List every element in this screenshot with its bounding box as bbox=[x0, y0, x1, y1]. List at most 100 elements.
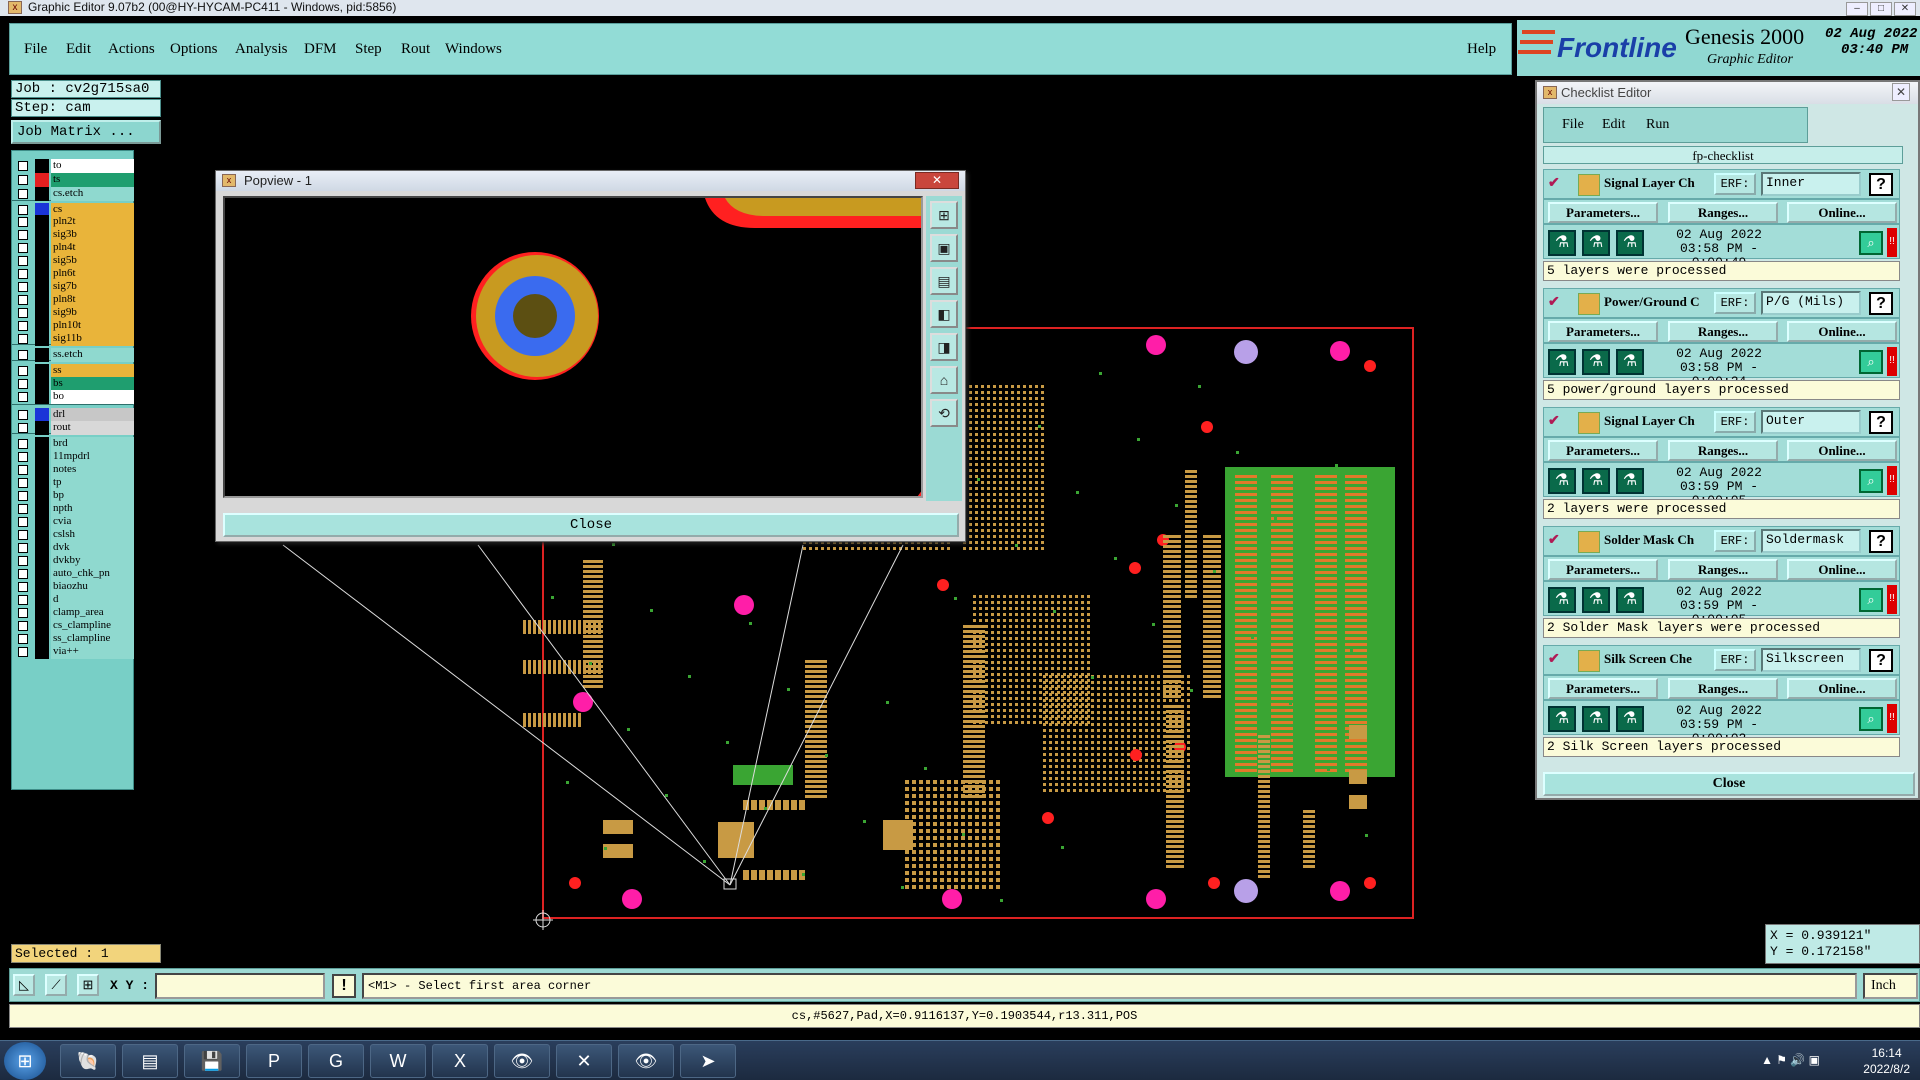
app-close-icon[interactable]: x bbox=[8, 1, 22, 14]
layer-color-swatch[interactable] bbox=[35, 254, 49, 268]
ranges-button[interactable]: Ranges... bbox=[1668, 202, 1778, 223]
online-button[interactable]: Online... bbox=[1787, 559, 1897, 580]
menu-windows[interactable]: Windows bbox=[445, 41, 502, 58]
erf-value[interactable]: Silkscreen bbox=[1761, 648, 1861, 672]
check-enabled-icon[interactable]: ✔ bbox=[1548, 412, 1562, 428]
layer-checkbox[interactable] bbox=[18, 334, 28, 344]
online-button[interactable]: Online... bbox=[1787, 321, 1897, 342]
layer-row[interactable]: sig5b bbox=[14, 254, 134, 268]
layer-row[interactable]: pln6t bbox=[14, 267, 134, 281]
layer-name[interactable]: bo bbox=[51, 390, 134, 404]
ranges-button[interactable]: Ranges... bbox=[1668, 321, 1778, 342]
layer-row[interactable]: ss_clampline bbox=[14, 632, 134, 646]
layer-checkbox[interactable] bbox=[18, 543, 28, 553]
layer-name[interactable]: auto_chk_pn bbox=[51, 567, 134, 581]
layer-color-swatch[interactable] bbox=[35, 173, 49, 187]
close-window-button[interactable]: ✕ bbox=[1894, 2, 1916, 16]
results-indicator[interactable]: !! bbox=[1887, 704, 1897, 733]
online-button[interactable]: Online... bbox=[1787, 440, 1897, 461]
layer-checkbox[interactable] bbox=[18, 175, 28, 185]
results-zoom-icon[interactable]: ⌕ bbox=[1859, 231, 1883, 255]
layer-name[interactable]: pln6t bbox=[51, 267, 134, 281]
layer-name[interactable]: notes bbox=[51, 463, 134, 477]
layer-color-swatch[interactable] bbox=[35, 463, 49, 477]
ranges-button[interactable]: Ranges... bbox=[1668, 678, 1778, 699]
layer-color-swatch[interactable] bbox=[35, 332, 49, 346]
layer-row[interactable]: sig11b bbox=[14, 332, 134, 346]
erf-button[interactable]: ERF: bbox=[1714, 649, 1756, 671]
run-status-icon[interactable]: ⚗ bbox=[1616, 587, 1644, 613]
layer-name[interactable]: cs.etch bbox=[51, 187, 134, 201]
taskbar-genesis-icon[interactable]: ✕ bbox=[556, 1044, 612, 1078]
warning-icon[interactable]: ! bbox=[332, 974, 356, 998]
layer-color-swatch[interactable] bbox=[35, 593, 49, 607]
layer-row[interactable]: brd bbox=[14, 437, 134, 451]
menu-actions[interactable]: Actions bbox=[108, 41, 155, 58]
results-zoom-icon[interactable]: ⌕ bbox=[1859, 350, 1883, 374]
taskbar-viewer-icon[interactable]: 👁 bbox=[618, 1044, 674, 1078]
taskbar-arrow-icon[interactable]: ➤ bbox=[680, 1044, 736, 1078]
layer-name[interactable]: sig3b bbox=[51, 228, 134, 242]
checklist-menu-file[interactable]: File bbox=[1562, 117, 1584, 133]
layer-checkbox[interactable] bbox=[18, 282, 28, 292]
layer-name[interactable]: to bbox=[51, 159, 134, 173]
layer-name[interactable]: bp bbox=[51, 489, 134, 503]
help-icon[interactable]: ? bbox=[1869, 292, 1893, 315]
layer-name[interactable]: clamp_area bbox=[51, 606, 134, 620]
layer-checkbox[interactable] bbox=[18, 269, 28, 279]
layer-checkbox[interactable] bbox=[18, 205, 28, 215]
layer-color-swatch[interactable] bbox=[35, 541, 49, 555]
layer-checkbox[interactable] bbox=[18, 350, 28, 360]
run-status-icon[interactable]: ⚗ bbox=[1548, 349, 1576, 375]
erf-value[interactable]: Outer bbox=[1761, 410, 1861, 434]
layer-checkbox[interactable] bbox=[18, 569, 28, 579]
layer-name[interactable]: dvkby bbox=[51, 554, 134, 568]
erf-value[interactable]: P/G (Mils) bbox=[1761, 291, 1861, 315]
run-status-icon[interactable]: ⚗ bbox=[1548, 587, 1576, 613]
layer-color-swatch[interactable] bbox=[35, 159, 49, 173]
parameters-button[interactable]: Parameters... bbox=[1548, 202, 1658, 223]
xy-input[interactable] bbox=[155, 973, 325, 999]
layer-row[interactable]: cslsh bbox=[14, 528, 134, 542]
layer-row[interactable]: via++ bbox=[14, 645, 134, 659]
layer-name[interactable]: cs_clampline bbox=[51, 619, 134, 633]
results-zoom-icon[interactable]: ⌕ bbox=[1859, 469, 1883, 493]
run-status-icon[interactable]: ⚗ bbox=[1616, 230, 1644, 256]
layer-color-swatch[interactable] bbox=[35, 489, 49, 503]
run-status-icon[interactable]: ⚗ bbox=[1582, 468, 1610, 494]
layer-checkbox[interactable] bbox=[18, 230, 28, 240]
maximize-button[interactable]: □ bbox=[1870, 2, 1892, 16]
layer-checkbox[interactable] bbox=[18, 366, 28, 376]
check-enabled-icon[interactable]: ✔ bbox=[1548, 293, 1562, 309]
layer-name[interactable]: drl bbox=[51, 408, 134, 422]
run-status-icon[interactable]: ⚗ bbox=[1548, 230, 1576, 256]
layer-name[interactable]: ss.etch bbox=[51, 348, 134, 362]
menu-analysis[interactable]: Analysis bbox=[235, 41, 288, 58]
layer-checkbox[interactable] bbox=[18, 392, 28, 402]
layer-row[interactable]: clamp_area bbox=[14, 606, 134, 620]
layer-checkbox[interactable] bbox=[18, 465, 28, 475]
layer-color-swatch[interactable] bbox=[35, 377, 49, 391]
run-status-icon[interactable]: ⚗ bbox=[1548, 468, 1576, 494]
layer-checkbox[interactable] bbox=[18, 217, 28, 227]
layer-row[interactable]: dvk bbox=[14, 541, 134, 555]
checklist-menu-run[interactable]: Run bbox=[1646, 117, 1669, 133]
popview-canvas[interactable] bbox=[223, 196, 923, 498]
checklist-close-icon[interactable]: ✕ bbox=[1892, 83, 1910, 101]
layer-checkbox[interactable] bbox=[18, 517, 28, 527]
layer-color-swatch[interactable] bbox=[35, 215, 49, 229]
run-status-icon[interactable]: ⚗ bbox=[1582, 230, 1610, 256]
check-enabled-icon[interactable]: ✔ bbox=[1548, 650, 1562, 666]
layer-color-swatch[interactable] bbox=[35, 450, 49, 464]
run-status-icon[interactable]: ⚗ bbox=[1616, 468, 1644, 494]
layer-row[interactable]: auto_chk_pn bbox=[14, 567, 134, 581]
layer-name[interactable]: sig7b bbox=[51, 280, 134, 294]
layer-name[interactable]: dvk bbox=[51, 541, 134, 555]
layer-row[interactable]: cs_clampline bbox=[14, 619, 134, 633]
layer-checkbox[interactable] bbox=[18, 621, 28, 631]
run-status-icon[interactable]: ⚗ bbox=[1582, 587, 1610, 613]
layer-row[interactable]: pln4t bbox=[14, 241, 134, 255]
layer-checkbox[interactable] bbox=[18, 634, 28, 644]
erf-button[interactable]: ERF: bbox=[1714, 530, 1756, 552]
help-icon[interactable]: ? bbox=[1869, 530, 1893, 553]
